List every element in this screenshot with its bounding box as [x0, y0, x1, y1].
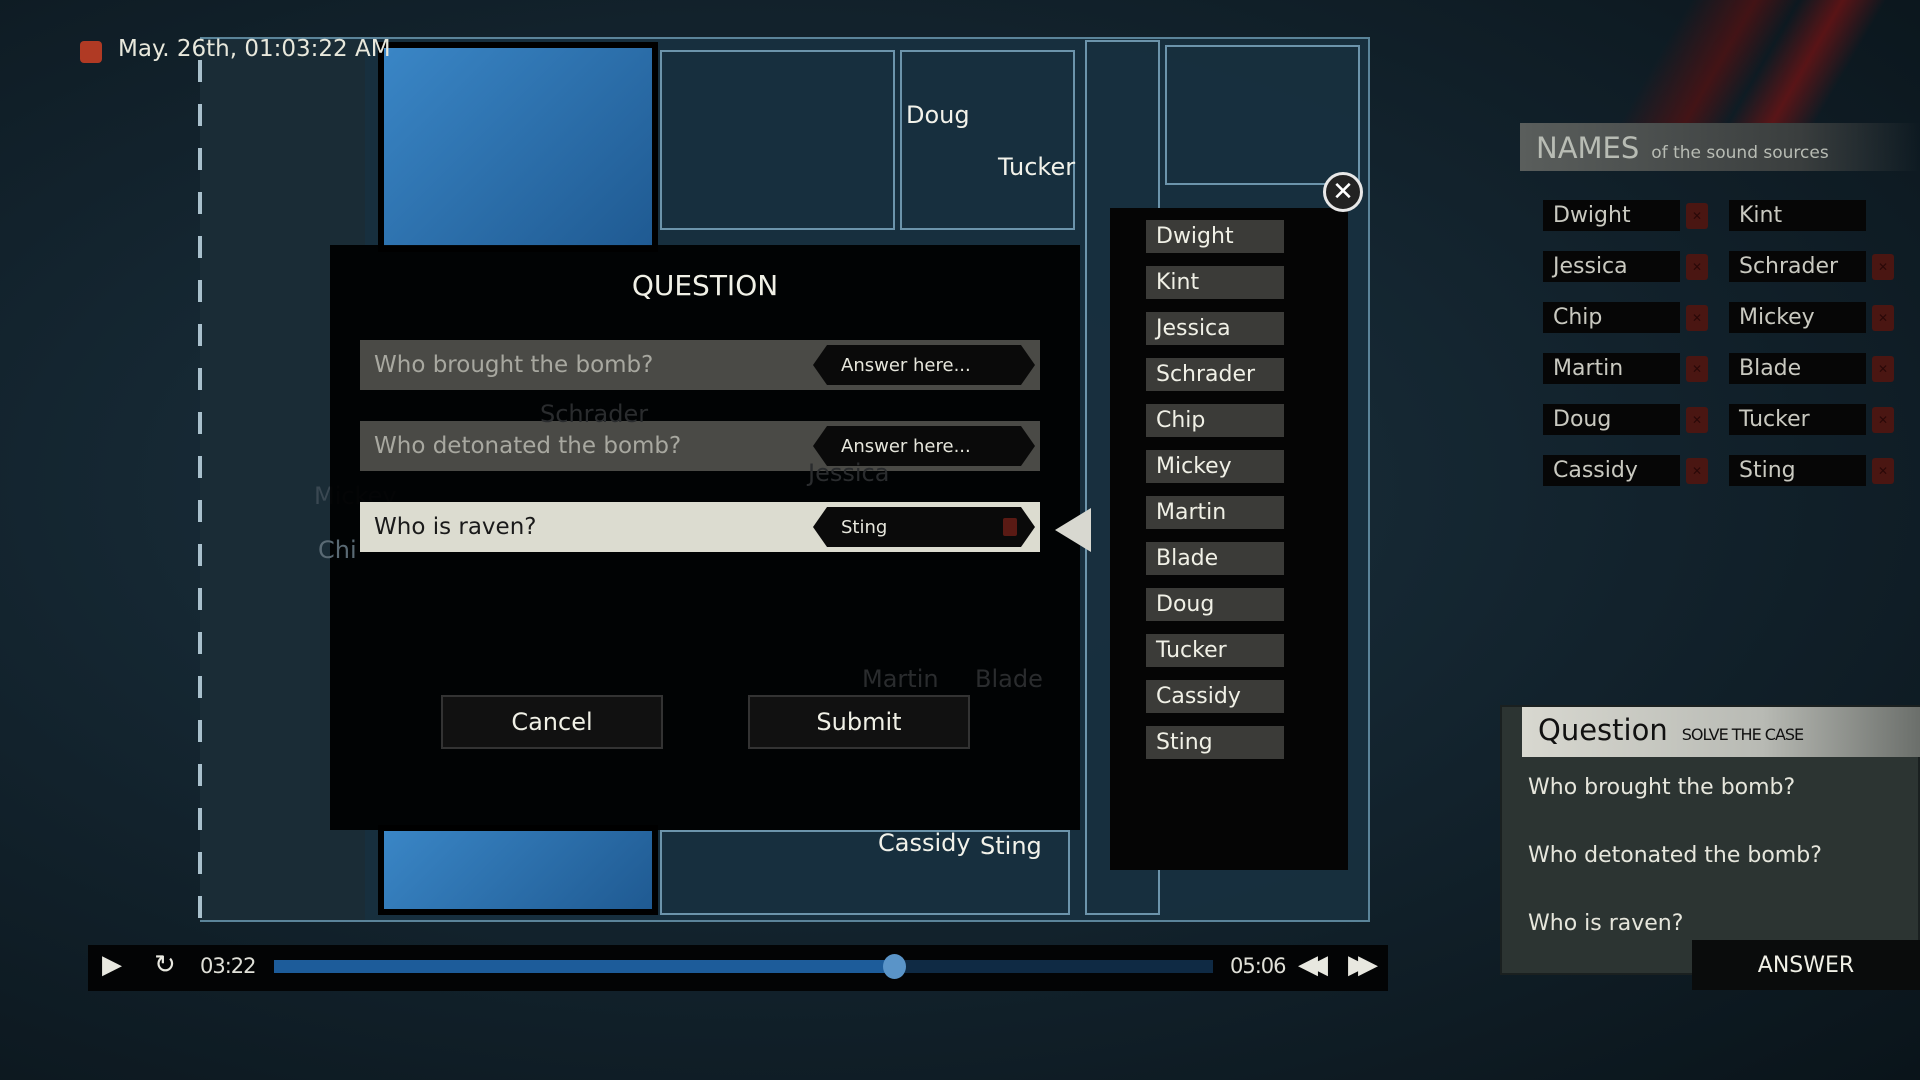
trash-icon[interactable]: ✕	[1872, 458, 1894, 484]
question-row-1[interactable]: Who brought the bomb? Answer here...	[360, 340, 1040, 390]
name-option[interactable]: Sting	[1146, 726, 1284, 759]
map-label-tucker[interactable]: Tucker	[998, 153, 1075, 181]
selection-pointer-icon	[1055, 508, 1091, 552]
sound-source-name[interactable]: Dwight	[1543, 200, 1680, 231]
map-label-doug[interactable]: Doug	[906, 101, 970, 129]
names-subtitle: of the sound sources	[1651, 143, 1829, 163]
name-picker-list: Dwight Kint Jessica Schrader Chip Mickey Marti…	[1110, 208, 1348, 870]
map-label-sting[interactable]: Sting	[980, 832, 1042, 860]
name-option[interactable]: Tucker	[1146, 634, 1284, 667]
sound-source-name[interactable]: Mickey	[1729, 302, 1866, 333]
map-label-cassidy[interactable]: Cassidy	[878, 829, 971, 857]
rewind-icon[interactable]: ◀◀	[1298, 952, 1328, 978]
name-option[interactable]: Doug	[1146, 588, 1284, 621]
highlighted-room-top	[378, 42, 658, 252]
answer-field-1[interactable]: Answer here...	[813, 345, 1035, 385]
trash-icon[interactable]: ✕	[1872, 254, 1894, 280]
faded-label-jessica: Jessica	[808, 459, 890, 487]
submit-button[interactable]: Submit	[748, 695, 970, 749]
trash-icon[interactable]: ✕	[1686, 203, 1708, 229]
sound-source-name[interactable]: Schrader	[1729, 251, 1866, 282]
trash-icon[interactable]: ✕	[1686, 458, 1708, 484]
seek-thumb[interactable]	[882, 954, 906, 979]
answer-field-3[interactable]: Sting	[813, 507, 1035, 547]
close-icon[interactable]: ✕	[1323, 172, 1363, 212]
recording-indicator-icon	[80, 41, 102, 63]
fast-forward-icon[interactable]: ▶▶	[1348, 952, 1378, 978]
question-text: Who brought the bomb?	[374, 352, 654, 378]
restart-icon[interactable]: ↻	[154, 952, 176, 978]
trash-icon[interactable]	[1003, 518, 1017, 536]
sound-source-name[interactable]: Martin	[1543, 353, 1680, 384]
name-option[interactable]: Schrader	[1146, 358, 1284, 391]
question-panel-header: Question SOLVE THE CASE	[1522, 707, 1920, 757]
name-option[interactable]: Dwight	[1146, 220, 1284, 253]
question-panel: Question SOLVE THE CASE Who brought the …	[1500, 705, 1920, 975]
recording-timestamp: May. 26th, 01:03:22 AM	[118, 36, 391, 62]
sound-source-name[interactable]: Kint	[1729, 200, 1866, 231]
sound-source-name[interactable]: Blade	[1729, 353, 1866, 384]
sound-source-name[interactable]: Cassidy	[1543, 455, 1680, 486]
question-item[interactable]: Who brought the bomb?	[1528, 775, 1795, 800]
play-icon[interactable]: ▶	[102, 952, 122, 978]
name-option[interactable]: Blade	[1146, 542, 1284, 575]
answer-button[interactable]: ANSWER	[1692, 940, 1920, 990]
dialog-title: QUESTION	[631, 269, 779, 302]
playback-bar: ▶ ↻ 03:22 05:06 ◀◀ ▶▶	[88, 945, 1388, 991]
trash-icon[interactable]: ✕	[1686, 407, 1708, 433]
faded-label-schrader: Schrader	[540, 400, 649, 428]
names-title: NAMES	[1536, 131, 1640, 165]
names-panel-header: NAMES of the sound sources	[1520, 123, 1920, 171]
name-option[interactable]: Martin	[1146, 496, 1284, 529]
name-option[interactable]: Jessica	[1146, 312, 1284, 345]
question-row-3[interactable]: Who is raven? Sting	[360, 502, 1040, 552]
sound-source-name[interactable]: Jessica	[1543, 251, 1680, 282]
trash-icon[interactable]: ✕	[1686, 305, 1708, 331]
question-panel-title: Question	[1538, 713, 1668, 747]
sound-source-name[interactable]: Doug	[1543, 404, 1680, 435]
sound-source-name[interactable]: Chip	[1543, 302, 1680, 333]
question-panel-subtitle: SOLVE THE CASE	[1681, 725, 1804, 744]
name-option[interactable]: Cassidy	[1146, 680, 1284, 713]
current-time: 03:22	[200, 954, 257, 978]
trash-icon[interactable]: ✕	[1686, 254, 1708, 280]
trash-icon[interactable]: ✕	[1872, 407, 1894, 433]
name-option[interactable]: Kint	[1146, 266, 1284, 299]
name-option[interactable]: Chip	[1146, 404, 1284, 437]
question-item[interactable]: Who is raven?	[1528, 911, 1683, 936]
total-time: 05:06	[1230, 954, 1287, 978]
red-streak-decoration	[1560, 0, 1920, 130]
faded-label-blade: Blade	[975, 665, 1043, 693]
room-bathroom	[1165, 45, 1360, 185]
question-item[interactable]: Who detonated the bomb?	[1528, 843, 1822, 868]
faded-label-chip: Chi	[318, 536, 357, 564]
question-dialog: QUESTION Who brought the bomb? Answer he…	[330, 245, 1080, 830]
trash-icon[interactable]: ✕	[1686, 356, 1708, 382]
cancel-button[interactable]: Cancel	[441, 695, 663, 749]
answer-value: Sting	[841, 516, 888, 538]
seek-progress-fill	[274, 960, 894, 973]
question-text: Who is raven?	[374, 514, 537, 540]
sound-source-name[interactable]: Sting	[1729, 455, 1866, 486]
room-office	[900, 50, 1075, 230]
trash-icon[interactable]: ✕	[1872, 305, 1894, 331]
highlighted-room-bottom	[378, 825, 658, 915]
sound-source-name[interactable]: Tucker	[1729, 404, 1866, 435]
question-text: Who detonated the bomb?	[374, 433, 682, 459]
trash-icon[interactable]: ✕	[1872, 356, 1894, 382]
room-dining	[660, 50, 895, 230]
road-lane-marking	[198, 60, 202, 920]
question-row-2[interactable]: Who detonated the bomb? Answer here...	[360, 421, 1040, 471]
name-option[interactable]: Mickey	[1146, 450, 1284, 483]
faded-label-martin: Martin	[862, 665, 939, 693]
seek-slider[interactable]	[274, 954, 1213, 979]
